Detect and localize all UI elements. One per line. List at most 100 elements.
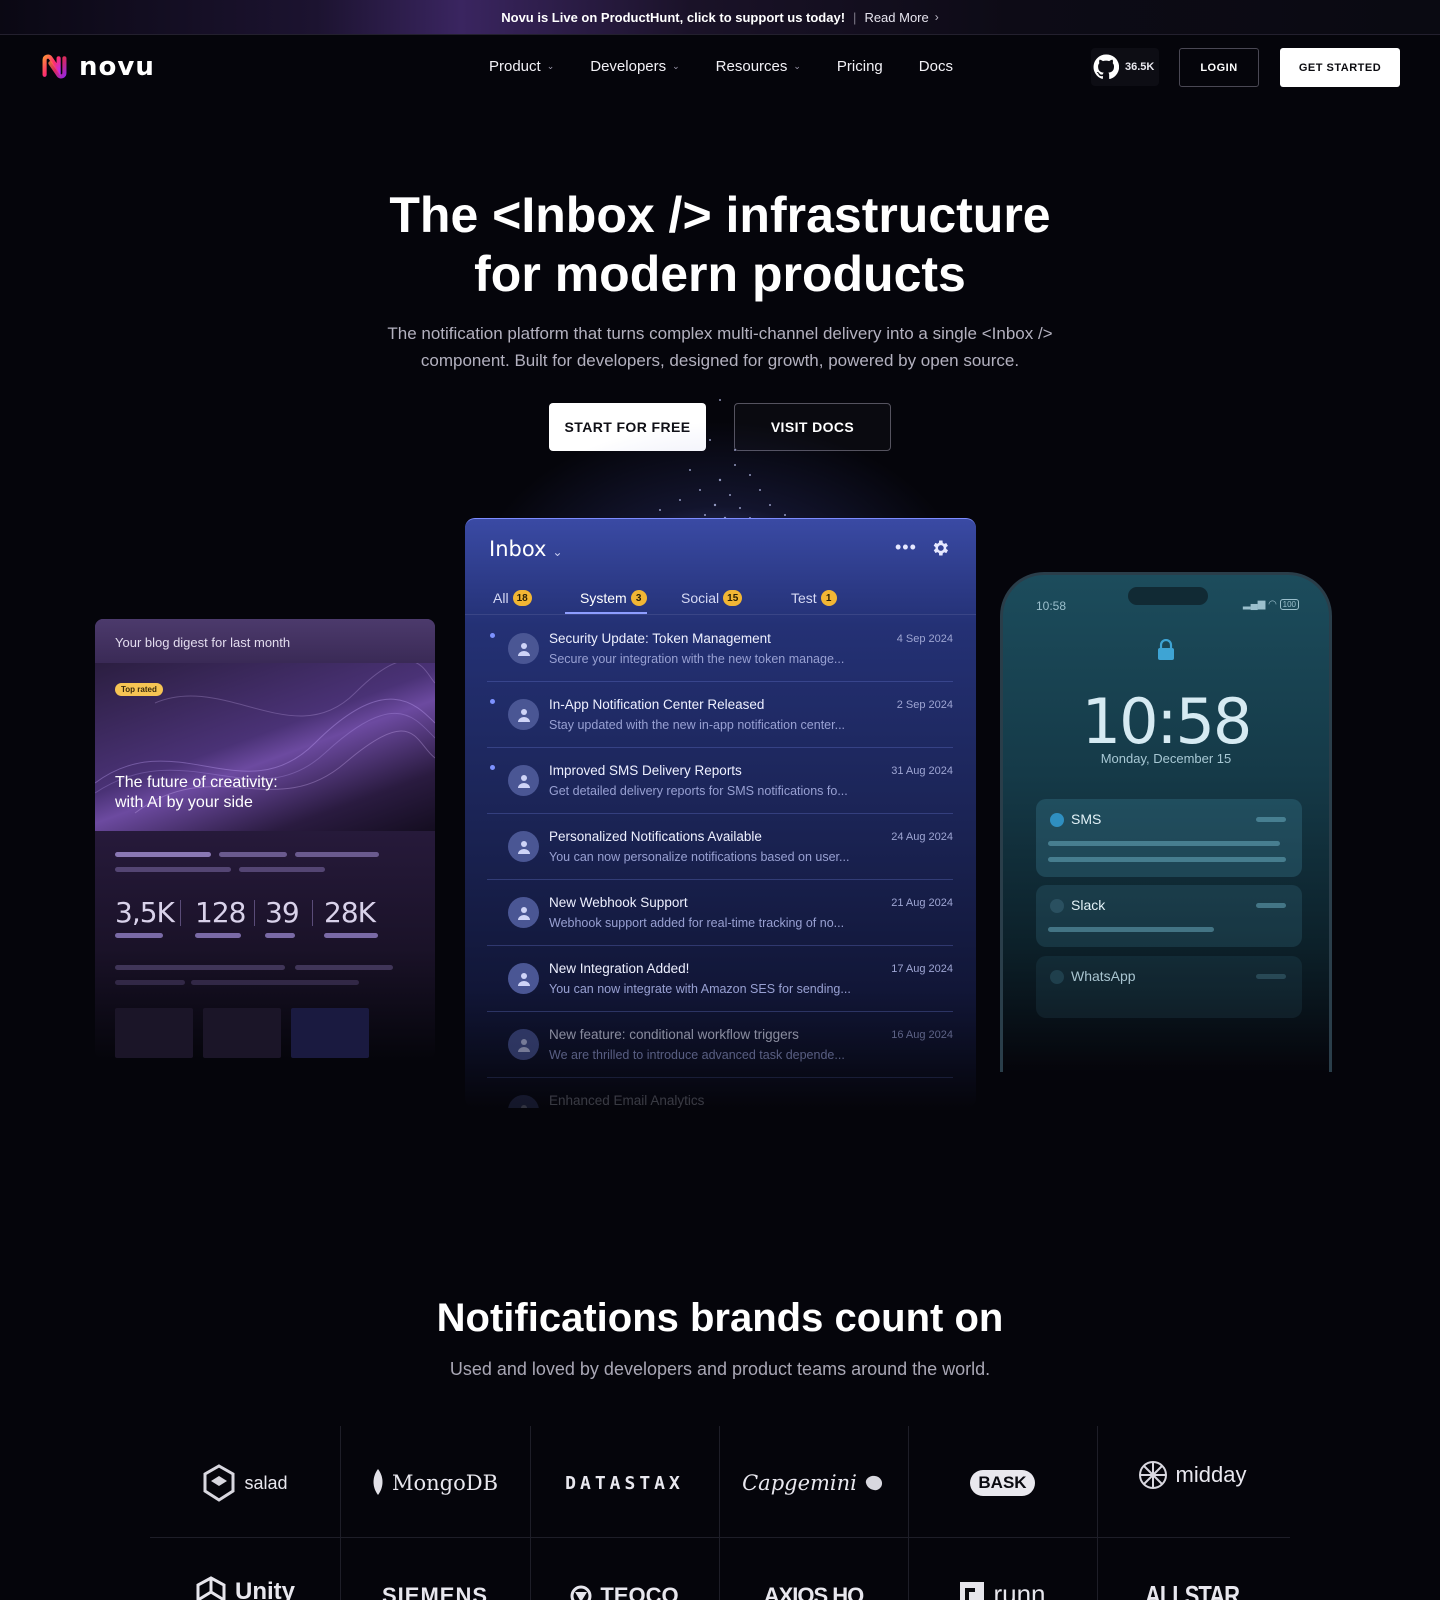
salad-icon [203,1464,235,1502]
signal-icon: ▂▄▆ [1242,599,1266,610]
avatar-icon [508,765,539,796]
brand-name: SIEMENS [381,1583,489,1600]
brand-logo-siemens: SIEMENS [340,1576,530,1600]
notification-item[interactable]: Enhanced Email Analytics [487,1079,953,1108]
announcement-read-more-link[interactable]: Read More [864,10,928,25]
tab-test[interactable]: Test 1 [791,585,837,611]
gear-icon[interactable] [930,538,950,558]
nav-label: Resources [715,58,788,75]
nav-label: Pricing [836,58,883,75]
notification-item[interactable]: In-App Notification Center Released 2 Sep… [487,683,953,748]
notification-item[interactable]: New feature: conditional workflow trigge… [487,1013,953,1078]
blog-article-title: The future of creativity: with AI by you… [115,773,278,813]
stat-divider [180,900,181,926]
notification-item[interactable]: Personalized Notifications Available 24 A… [487,815,953,880]
dynamic-island [1128,587,1208,605]
placeholder-bar [295,965,393,970]
placeholder-bar [115,933,163,938]
hero-title-line: The <Inbox /> infrastructure [389,187,1051,243]
notification-channel: Slack [1071,897,1106,913]
placeholder-bar [1256,817,1286,822]
brand-name: TEOCO [600,1583,679,1600]
tab-label: Social [681,590,720,606]
nav-item-product[interactable]: Product ⌄ [489,58,554,75]
nav-label: Docs [918,58,953,75]
blog-thumbnail [203,1008,281,1058]
tab-all[interactable]: All 18 [493,585,532,611]
notification-date: 31 Aug 2024 [891,765,953,777]
brand-logo-allstar: ALLSTAR [1097,1576,1287,1600]
novu-logo-icon [42,54,67,79]
github-stars-button[interactable]: 36.5K [1091,48,1159,86]
brand-logo-runn: runn [908,1574,1097,1600]
nav-label: Developers [590,58,667,75]
inbox-title: Inbox [489,537,547,561]
nav-item-developers[interactable]: Developers ⌄ [590,58,679,75]
nav-item-docs[interactable]: Docs [919,58,953,75]
notification-title: Personalized Notifications Available [549,829,762,844]
placeholder-bar [1048,857,1286,862]
placeholder-bar [1048,927,1214,932]
notification-snippet: You can now integrate with Amazon SES fo… [549,982,851,996]
login-button[interactable]: LOGIN [1179,48,1259,87]
unread-dot [490,765,495,770]
nav-label: Product [489,58,541,75]
nav-item-resources[interactable]: Resources ⌄ [716,58,801,75]
get-started-button[interactable]: GET STARTED [1280,48,1400,87]
placeholder-bar [191,980,359,985]
page: { "announcement": {"message": "Novu is L… [0,0,1440,1600]
notification-item[interactable]: Improved SMS Delivery Reports 31 Aug 2024… [487,749,953,814]
phone-notification-whatsapp[interactable]: WhatsApp [1036,956,1302,1018]
notification-item[interactable]: Security Update: Token Management 4 Sep 2… [487,617,953,682]
blog-stat: 39 [265,896,300,929]
novu-logo[interactable]: novu [38,50,155,83]
mongodb-leaf-icon [373,1469,383,1495]
notification-channel: WhatsApp [1071,968,1136,984]
inbox-title-dropdown[interactable]: Inbox ⌄ [489,537,563,561]
announcement-bar[interactable]: Novu is Live on ProductHunt, click to su… [0,0,1440,35]
logo-wordmark: novu [79,51,155,82]
notification-title: New Integration Added! [549,961,690,976]
notification-snippet: You can now personalize notifications ba… [549,850,850,864]
unread-dot [490,633,495,638]
blog-stat: 3,5K [115,896,175,929]
notification-item[interactable]: New Integration Added! 17 Aug 2024 You can… [487,947,953,1012]
notification-date: 24 Aug 2024 [891,831,953,843]
github-star-count: 36.5K [1125,61,1155,73]
unread-dot [490,699,495,704]
avatar-icon [508,1029,539,1060]
hero-title-line: for modern products [474,246,966,302]
nav-item-pricing[interactable]: Pricing [837,58,883,75]
notification-title: Security Update: Token Management [549,631,771,646]
tab-system[interactable]: System 3 [580,585,647,611]
brand-logo-midday: midday [1097,1452,1287,1498]
notification-channel: SMS [1071,811,1102,827]
blog-stat: 128 [195,896,246,929]
phone-mockup: 10:58 ▂▄▆ ◠ 100 10:58 Monday, December 1… [1000,572,1332,1072]
avatar-icon [508,699,539,730]
notification-snippet: Webhook support added for real-time trac… [549,916,845,930]
brand-logo-bask: BASK [908,1460,1097,1506]
count-badge: 1 [820,590,837,606]
notification-item[interactable]: New Webhook Support 21 Aug 2024 Webhook su… [487,881,953,946]
placeholder-bar [1256,974,1286,979]
placeholder-bar [295,852,379,857]
phone-notification-sms[interactable]: SMS [1036,799,1302,877]
notification-title: Enhanced Email Analytics [549,1093,705,1108]
notification-snippet: Secure your integration with the new tok… [549,652,845,666]
tab-social[interactable]: Social 15 [681,585,743,611]
notification-title: New Webhook Support [549,895,688,910]
placeholder-bar [1256,903,1286,908]
count-badge: 18 [512,590,532,606]
hero-subtitle-line: The notification platform that turns com… [387,324,1053,343]
blog-hero-image: Top rated The future of creativity: with… [95,663,435,831]
brand-logo-capgemini: Capgemini [719,1460,908,1506]
announcement-message[interactable]: Novu is Live on ProductHunt, click to su… [501,10,845,25]
phone-notification-slack[interactable]: Slack [1036,885,1302,947]
hero-subtitle: The notification platform that turns com… [340,320,1100,374]
tab-label: All [493,590,509,606]
more-options-icon[interactable]: ••• [895,537,917,558]
notification-title: New feature: conditional workflow trigge… [549,1027,799,1042]
stat-divider [254,900,255,926]
lockscreen-clock: 10:58 [1081,685,1253,758]
